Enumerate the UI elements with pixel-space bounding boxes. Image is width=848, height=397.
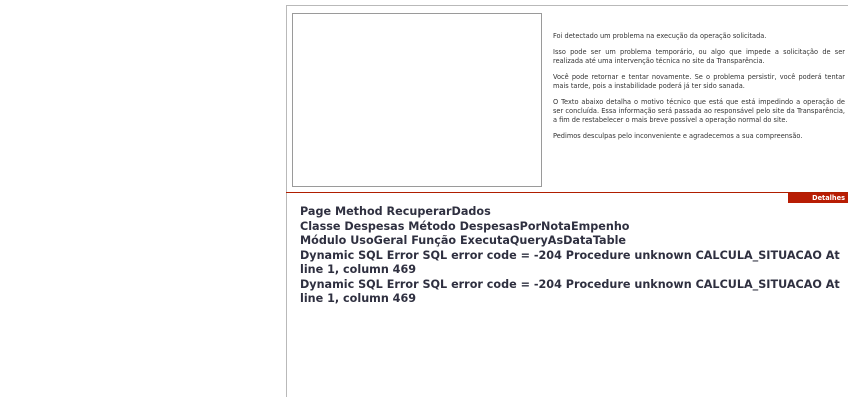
details-line-page-method: Page Method RecuperarDados bbox=[300, 205, 491, 218]
message-paragraph-5: Pedimos desculpas pelo inconveniente e a… bbox=[553, 132, 803, 140]
details-line-sql-error-2: Dynamic SQL Error SQL error code = -204 … bbox=[300, 277, 840, 306]
details-separator bbox=[286, 192, 848, 193]
message-paragraph-2: Isso pode ser um problema temporário, ou… bbox=[553, 48, 845, 65]
error-details: Page Method RecuperarDados Classe Despes… bbox=[300, 205, 846, 307]
message-paragraph-1: Foi detectado um problema na execução da… bbox=[553, 32, 767, 40]
details-line-module: Módulo UsoGeral Função ExecutaQueryAsDat… bbox=[300, 234, 627, 247]
details-line-sql-error-1: Dynamic SQL Error SQL error code = -204 … bbox=[300, 248, 840, 277]
details-line-class: Classe Despesas Método DespesasPorNotaEm… bbox=[300, 219, 630, 233]
details-tab[interactable]: Detalhes bbox=[788, 193, 848, 203]
message-paragraph-4: O Texto abaixo detalha o motivo técnico … bbox=[553, 98, 845, 124]
error-image-placeholder bbox=[292, 13, 542, 187]
error-message: Foi detectado um problema na execução da… bbox=[553, 32, 845, 148]
message-paragraph-3: Você pode retornar e tentar novamente. S… bbox=[553, 73, 845, 90]
